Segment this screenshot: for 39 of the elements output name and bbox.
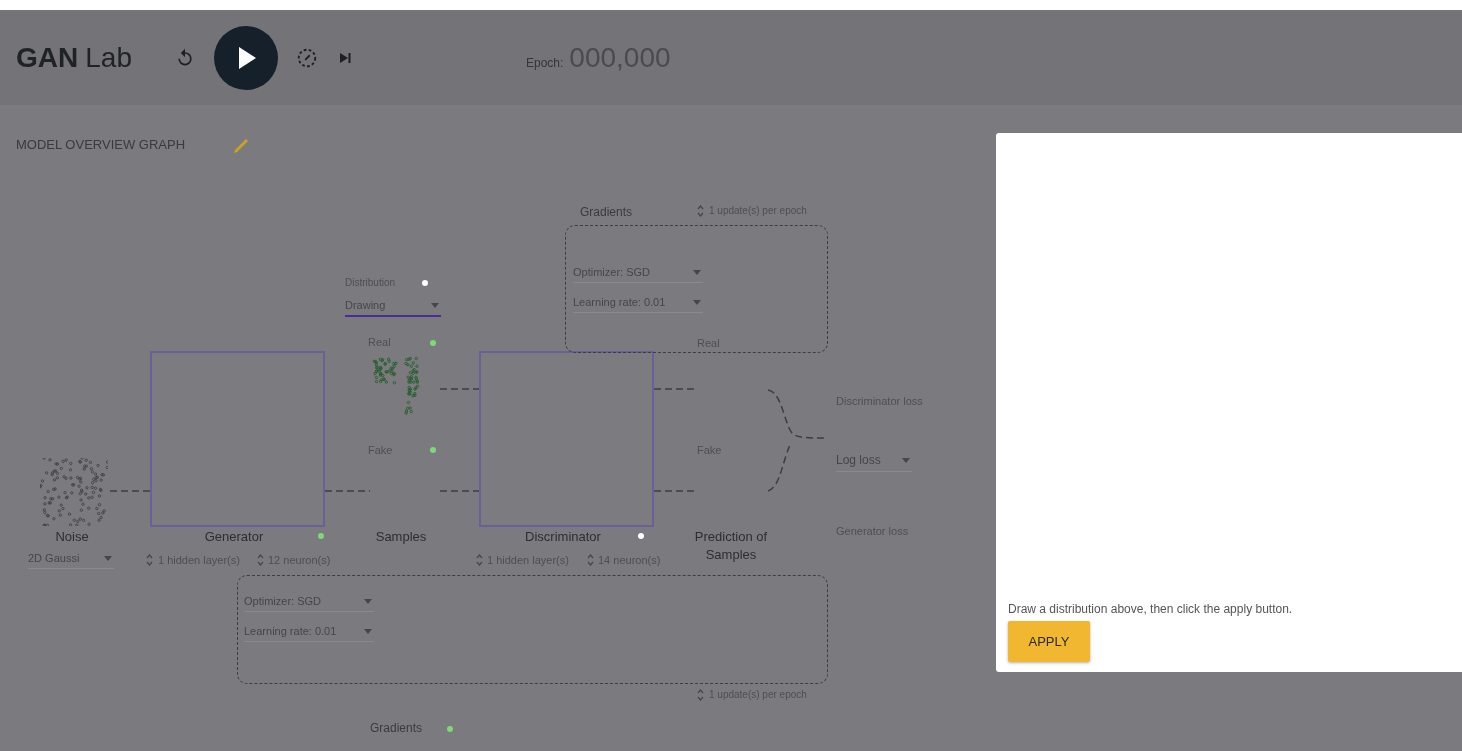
- dashed-circle-icon: [295, 46, 318, 69]
- step-mode-button[interactable]: [295, 46, 318, 69]
- skip-next-icon: [337, 50, 352, 65]
- caret-icon: [902, 457, 910, 463]
- node-label: Prediction of Samples: [693, 528, 769, 564]
- node-label: Samples: [375, 528, 427, 546]
- apply-button[interactable]: APPLY: [1008, 621, 1090, 662]
- pencil-icon[interactable]: [232, 137, 250, 155]
- spinner-icon[interactable]: [257, 553, 264, 567]
- section-title: MODEL OVERVIEW GRAPH: [16, 137, 186, 152]
- dashed-connector: [440, 490, 479, 492]
- drawing-panel[interactable]: Draw a distribution above, then click the apply button. APPLY: [996, 133, 1462, 672]
- dashed-connector: [325, 490, 370, 492]
- caret-icon: [104, 555, 112, 561]
- gradients-label: Gradients: [580, 205, 633, 219]
- panel-hint: Draw a distribution above, then click the apply button.: [1008, 602, 1294, 616]
- caret-icon: [364, 598, 372, 604]
- dashed-connector: [654, 388, 697, 390]
- node-label: Discriminator: [525, 528, 601, 546]
- dashed-connector: [110, 490, 150, 492]
- spinner-icon[interactable]: [476, 553, 483, 567]
- app-logo: GAN Lab: [16, 41, 132, 74]
- dashed-connector: [654, 490, 697, 492]
- spinner-icon[interactable]: [697, 688, 704, 702]
- caret-icon: [364, 628, 372, 634]
- dashed-connector: [440, 388, 479, 390]
- spinner-icon[interactable]: [146, 553, 153, 567]
- epoch-label: Epoch:: [525, 55, 564, 70]
- node-label: Noise: [55, 528, 89, 546]
- gradients-label: Gradients: [370, 721, 423, 735]
- noise-scatter-drawing: [40, 458, 108, 526]
- spinner-icon[interactable]: [697, 204, 704, 218]
- caret-icon: [693, 269, 701, 275]
- caret-icon: [693, 299, 701, 305]
- discriminator-node[interactable]: [479, 351, 654, 527]
- spinner-icon[interactable]: [587, 553, 594, 567]
- node-label: Generator: [204, 528, 264, 546]
- caret-icon: [431, 302, 439, 308]
- generator-node[interactable]: [150, 351, 325, 527]
